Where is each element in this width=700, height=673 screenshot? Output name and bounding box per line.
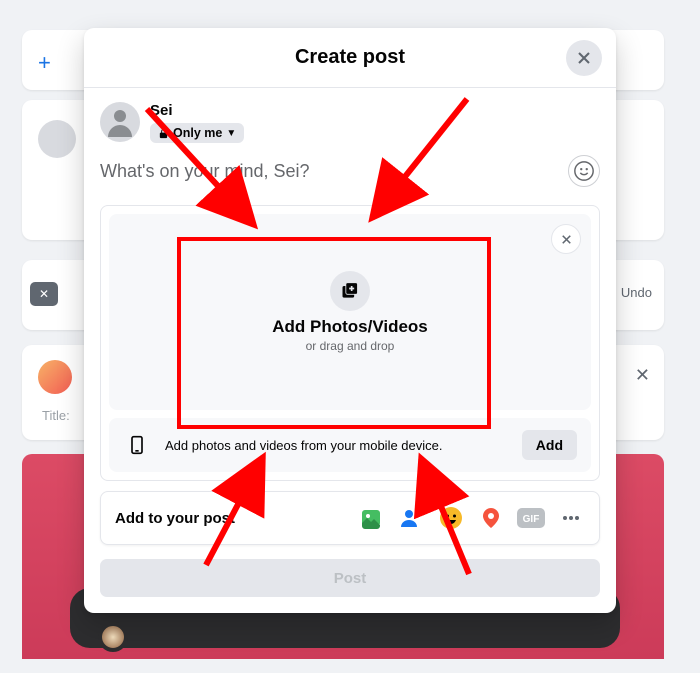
avatar [38, 120, 76, 158]
close-icon [559, 232, 574, 247]
photo-addon[interactable] [357, 504, 385, 532]
more-icon [559, 506, 583, 530]
emoji-button[interactable] [568, 155, 600, 187]
feeling-icon [439, 506, 463, 530]
close-icon [574, 48, 594, 68]
composer: What's on your mind, Sei? [84, 151, 616, 193]
person-icon [102, 104, 138, 140]
avatar [38, 360, 72, 394]
upload-dropzone[interactable]: Add Photos/Videos or drag and drop [109, 214, 591, 410]
add-photo-icon [340, 281, 360, 301]
upload-icon-circle [330, 271, 370, 311]
undo-label: Undo [621, 285, 652, 300]
tag-people-icon [399, 506, 423, 530]
lock-icon [158, 128, 169, 139]
plus-icon: + [38, 50, 51, 76]
composer-input[interactable]: What's on your mind, Sei? [100, 161, 310, 182]
remove-icon: ✕ [30, 282, 58, 306]
close-icon: ✕ [635, 365, 650, 386]
privacy-label: Only me [173, 126, 222, 140]
upload-sublabel: or drag and drop [306, 339, 395, 353]
gif-icon: GIF [517, 508, 545, 528]
user-avatar[interactable] [100, 102, 140, 142]
upload-label: Add Photos/Videos [272, 317, 428, 337]
mobile-upload-text: Add photos and videos from your mobile d… [165, 438, 508, 453]
tag-people-addon[interactable] [397, 504, 425, 532]
mobile-upload-row: Add photos and videos from your mobile d… [109, 418, 591, 472]
feeling-addon[interactable] [437, 504, 465, 532]
svg-text:GIF: GIF [523, 514, 540, 525]
addons-label: Add to your post [115, 510, 357, 527]
title-placeholder: Title: [42, 408, 70, 423]
upload-section: Add Photos/Videos or drag and drop Add p… [100, 205, 600, 481]
addons-row: Add to your post GIF [100, 491, 600, 545]
modal-title: Create post [295, 46, 405, 69]
location-icon [479, 506, 503, 530]
upload-close-button[interactable] [551, 224, 581, 254]
privacy-selector[interactable]: Only me ▼ [150, 123, 244, 143]
gif-addon[interactable]: GIF [517, 504, 545, 532]
post-button[interactable]: Post [100, 559, 600, 597]
modal-header: Create post [84, 28, 616, 88]
create-post-modal: Create post Sei Only me ▼ What's on your… [84, 28, 616, 613]
close-button[interactable] [566, 40, 602, 76]
more-addon[interactable] [557, 504, 585, 532]
user-name: Sei [150, 102, 244, 119]
phone-icon [123, 431, 151, 459]
photo-icon [359, 506, 383, 530]
chevron-down-icon: ▼ [226, 128, 236, 139]
smile-icon [573, 160, 595, 182]
avatar [98, 622, 128, 652]
user-row: Sei Only me ▼ [84, 88, 616, 151]
mobile-add-button[interactable]: Add [522, 430, 577, 460]
location-addon[interactable] [477, 504, 505, 532]
